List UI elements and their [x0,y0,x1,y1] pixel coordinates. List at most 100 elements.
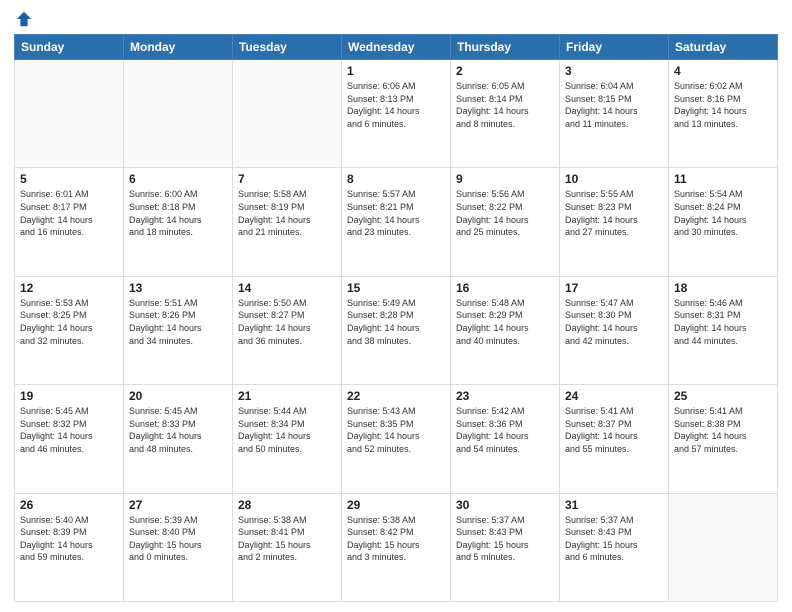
week-row-3: 12Sunrise: 5:53 AM Sunset: 8:25 PM Dayli… [15,276,778,384]
day-number: 15 [347,281,445,295]
day-number: 1 [347,64,445,78]
day-info: Sunrise: 5:54 AM Sunset: 8:24 PM Dayligh… [674,188,772,238]
weekday-friday: Friday [560,35,669,60]
calendar-cell: 8 Sunrise: 5:57 AM Sunset: 8:21 PM Daylig… [342,168,451,276]
calendar-cell: 26 Sunrise: 5:40 AM Sunset: 8:39 PM Dayli… [15,493,124,601]
calendar-cell: 29 Sunrise: 5:38 AM Sunset: 8:42 PM Dayli… [342,493,451,601]
day-number: 18 [674,281,772,295]
day-info: Sunrise: 5:43 AM Sunset: 8:35 PM Dayligh… [347,405,445,455]
day-info: Sunrise: 6:00 AM Sunset: 8:18 PM Dayligh… [129,188,227,238]
day-info: Sunrise: 6:05 AM Sunset: 8:14 PM Dayligh… [456,80,554,130]
week-row-4: 19 Sunrise: 5:45 AM Sunset: 8:32 PM Dayli… [15,385,778,493]
calendar-cell: 15 Sunrise: 5:49 AM Sunset: 8:28 PM Dayli… [342,276,451,384]
day-info: Sunrise: 6:06 AM Sunset: 8:13 PM Dayligh… [347,80,445,130]
calendar-cell [669,493,778,601]
calendar-cell: 10Sunrise: 5:55 AM Sunset: 8:23 PM Dayli… [560,168,669,276]
calendar-cell: 23 Sunrise: 5:42 AM Sunset: 8:36 PM Dayli… [451,385,560,493]
calendar-cell: 27Sunrise: 5:39 AM Sunset: 8:40 PM Dayli… [124,493,233,601]
day-info: Sunrise: 5:50 AM Sunset: 8:27 PM Dayligh… [238,297,336,347]
day-number: 21 [238,389,336,403]
calendar-cell: 30 Sunrise: 5:37 AM Sunset: 8:43 PM Dayli… [451,493,560,601]
day-number: 14 [238,281,336,295]
day-number: 20 [129,389,227,403]
day-info: Sunrise: 5:45 AM Sunset: 8:33 PM Dayligh… [129,405,227,455]
weekday-wednesday: Wednesday [342,35,451,60]
day-number: 8 [347,172,445,186]
day-info: Sunrise: 5:38 AM Sunset: 8:42 PM Dayligh… [347,514,445,564]
day-info: Sunrise: 5:49 AM Sunset: 8:28 PM Dayligh… [347,297,445,347]
day-number: 22 [347,389,445,403]
day-info: Sunrise: 5:46 AM Sunset: 8:31 PM Dayligh… [674,297,772,347]
logo [14,10,33,28]
calendar-cell: 1 Sunrise: 6:06 AM Sunset: 8:13 PM Daylig… [342,60,451,168]
day-number: 7 [238,172,336,186]
day-info: Sunrise: 5:45 AM Sunset: 8:32 PM Dayligh… [20,405,118,455]
weekday-header-row: SundayMondayTuesdayWednesdayThursdayFrid… [15,35,778,60]
day-number: 23 [456,389,554,403]
calendar-cell: 3 Sunrise: 6:04 AM Sunset: 8:15 PM Daylig… [560,60,669,168]
calendar-cell: 4Sunrise: 6:02 AM Sunset: 8:16 PM Daylig… [669,60,778,168]
day-info: Sunrise: 5:51 AM Sunset: 8:26 PM Dayligh… [129,297,227,347]
day-number: 5 [20,172,118,186]
day-info: Sunrise: 5:40 AM Sunset: 8:39 PM Dayligh… [20,514,118,564]
calendar-cell: 25 Sunrise: 5:41 AM Sunset: 8:38 PM Dayli… [669,385,778,493]
weekday-thursday: Thursday [451,35,560,60]
day-number: 29 [347,498,445,512]
calendar-cell: 13 Sunrise: 5:51 AM Sunset: 8:26 PM Dayli… [124,276,233,384]
day-number: 12 [20,281,118,295]
calendar-cell: 7 Sunrise: 5:58 AM Sunset: 8:19 PM Daylig… [233,168,342,276]
day-info: Sunrise: 5:41 AM Sunset: 8:38 PM Dayligh… [674,405,772,455]
day-info: Sunrise: 5:42 AM Sunset: 8:36 PM Dayligh… [456,405,554,455]
calendar-cell: 5 Sunrise: 6:01 AM Sunset: 8:17 PM Daylig… [15,168,124,276]
day-number: 3 [565,64,663,78]
day-info: Sunrise: 5:37 AM Sunset: 8:43 PM Dayligh… [565,514,663,564]
calendar-cell: 12Sunrise: 5:53 AM Sunset: 8:25 PM Dayli… [15,276,124,384]
day-info: Sunrise: 5:58 AM Sunset: 8:19 PM Dayligh… [238,188,336,238]
week-row-1: 1 Sunrise: 6:06 AM Sunset: 8:13 PM Daylig… [15,60,778,168]
calendar-table: SundayMondayTuesdayWednesdayThursdayFrid… [14,34,778,602]
day-number: 19 [20,389,118,403]
day-number: 10 [565,172,663,186]
weekday-sunday: Sunday [15,35,124,60]
calendar-cell: 17 Sunrise: 5:47 AM Sunset: 8:30 PM Dayli… [560,276,669,384]
day-number: 13 [129,281,227,295]
day-number: 30 [456,498,554,512]
calendar-cell: 6 Sunrise: 6:00 AM Sunset: 8:18 PM Daylig… [124,168,233,276]
day-info: Sunrise: 5:56 AM Sunset: 8:22 PM Dayligh… [456,188,554,238]
day-number: 16 [456,281,554,295]
calendar-cell: 11 Sunrise: 5:54 AM Sunset: 8:24 PM Dayli… [669,168,778,276]
calendar-cell: 9 Sunrise: 5:56 AM Sunset: 8:22 PM Daylig… [451,168,560,276]
day-info: Sunrise: 6:04 AM Sunset: 8:15 PM Dayligh… [565,80,663,130]
day-info: Sunrise: 6:01 AM Sunset: 8:17 PM Dayligh… [20,188,118,238]
day-info: Sunrise: 5:57 AM Sunset: 8:21 PM Dayligh… [347,188,445,238]
day-info: Sunrise: 5:37 AM Sunset: 8:43 PM Dayligh… [456,514,554,564]
calendar-cell: 16Sunrise: 5:48 AM Sunset: 8:29 PM Dayli… [451,276,560,384]
calendar-cell [15,60,124,168]
weekday-monday: Monday [124,35,233,60]
day-number: 31 [565,498,663,512]
day-info: Sunrise: 5:47 AM Sunset: 8:30 PM Dayligh… [565,297,663,347]
weekday-tuesday: Tuesday [233,35,342,60]
day-number: 17 [565,281,663,295]
day-number: 26 [20,498,118,512]
calendar-cell: 24Sunrise: 5:41 AM Sunset: 8:37 PM Dayli… [560,385,669,493]
calendar-cell [233,60,342,168]
day-number: 24 [565,389,663,403]
calendar-cell: 14 Sunrise: 5:50 AM Sunset: 8:27 PM Dayli… [233,276,342,384]
day-number: 25 [674,389,772,403]
day-number: 2 [456,64,554,78]
weekday-saturday: Saturday [669,35,778,60]
day-number: 28 [238,498,336,512]
calendar-cell: 19 Sunrise: 5:45 AM Sunset: 8:32 PM Dayli… [15,385,124,493]
calendar-cell: 22 Sunrise: 5:43 AM Sunset: 8:35 PM Dayli… [342,385,451,493]
week-row-2: 5 Sunrise: 6:01 AM Sunset: 8:17 PM Daylig… [15,168,778,276]
day-number: 11 [674,172,772,186]
day-number: 27 [129,498,227,512]
calendar-cell: 20 Sunrise: 5:45 AM Sunset: 8:33 PM Dayli… [124,385,233,493]
header [14,10,778,28]
logo-icon [15,10,33,28]
calendar-cell: 28Sunrise: 5:38 AM Sunset: 8:41 PM Dayli… [233,493,342,601]
day-number: 6 [129,172,227,186]
day-number: 9 [456,172,554,186]
day-info: Sunrise: 5:44 AM Sunset: 8:34 PM Dayligh… [238,405,336,455]
